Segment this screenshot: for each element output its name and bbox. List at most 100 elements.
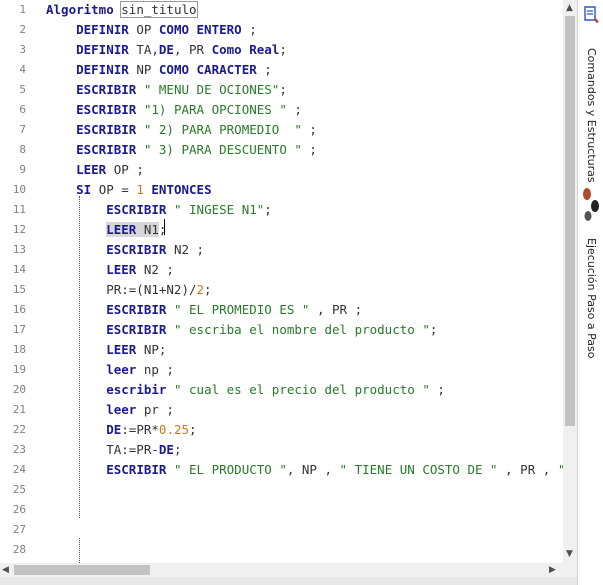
scroll-right-arrow-icon[interactable]: ▶	[549, 565, 556, 575]
code-line[interactable]: DEFINIR TA,DE, PR Como Real;	[46, 40, 287, 60]
code-token: NP;	[136, 342, 167, 357]
line-number: 22	[12, 423, 26, 436]
code-token: TA,	[128, 42, 159, 57]
code-line[interactable]: SI OP = 1 ENTONCES	[46, 180, 212, 200]
code-token: " EL PROMEDIO ES "	[173, 302, 310, 317]
code-token: ;	[301, 122, 317, 137]
scroll-left-arrow-icon[interactable]: ◀	[2, 565, 9, 575]
commands-structures-label: Comandos y Estructuras	[585, 48, 598, 183]
code-token: , PR ,	[497, 462, 558, 477]
code-line[interactable]: ESCRIBIR " 3) PARA DESCUENTO " ;	[46, 140, 317, 160]
code-line[interactable]: TA:=PR-DE;	[46, 440, 181, 460]
code-token: 2	[196, 282, 205, 297]
code-line[interactable]: DE:=PR*0.25;	[46, 420, 196, 440]
code-token: , NP ,	[286, 462, 340, 477]
code-token: ESCRIBIR	[76, 142, 137, 157]
code-token: ;	[241, 22, 257, 37]
code-line[interactable]: ESCRIBIR "1) PARA OPCIONES " ;	[46, 100, 302, 120]
code-token: " INGESE N1"	[173, 202, 265, 217]
code-line[interactable]: LEER NP;	[46, 340, 166, 360]
code-line[interactable]: ESCRIBIR " escriba el nombre del product…	[46, 320, 437, 340]
code-token: SI	[76, 182, 92, 197]
code-token: ESCRIBIR	[76, 82, 137, 97]
line-number: 27	[12, 523, 26, 536]
code-line[interactable]: escribir " cual es el precio del product…	[46, 380, 445, 400]
text-caret	[164, 219, 165, 235]
code-token: PR:=(N1+N2)/	[46, 282, 197, 297]
commands-structures-tab[interactable]: Comandos y Estructuras	[578, 0, 603, 183]
code-token: DEFINIR	[76, 62, 129, 77]
line-number: 11	[12, 203, 26, 216]
line-number: 9	[19, 163, 26, 176]
code-line[interactable]: LEER N2 ;	[46, 260, 174, 280]
code-token: ESCRIBIR	[106, 302, 167, 317]
step-by-step-tab[interactable]: Ejecución Paso a Paso	[578, 186, 603, 359]
commands-icon	[584, 6, 599, 23]
line-number: 13	[12, 243, 26, 256]
code-token: sin_titulo	[120, 1, 198, 18]
code-line[interactable]: leer pr ;	[46, 400, 174, 420]
code-line[interactable]: ESCRIBIR " 2) PARA PROMEDIO " ;	[46, 120, 317, 140]
code-line[interactable]: LEER OP ;	[46, 160, 144, 180]
line-number: 2	[19, 23, 26, 36]
code-token: LEER	[106, 262, 137, 277]
horizontal-scrollbar-thumb[interactable]	[14, 565, 150, 575]
code-token: ;	[286, 102, 302, 117]
code-line[interactable]: DEFINIR OP COMO ENTERO ;	[46, 20, 257, 40]
code-token: ;	[173, 442, 182, 457]
line-number: 28	[12, 543, 26, 556]
code-token: LEER	[106, 222, 137, 237]
code-token: , PR	[173, 42, 212, 57]
code-line[interactable]: ESCRIBIR N2 ;	[46, 240, 204, 260]
code-token: ;	[429, 322, 438, 337]
code-line[interactable]: leer np ;	[46, 360, 174, 380]
code-token: :=PR*	[121, 422, 159, 437]
indent-guide-lower	[79, 538, 80, 563]
scroll-up-arrow-icon[interactable]: ▲	[566, 3, 573, 13]
code-token: DE	[106, 422, 122, 437]
vertical-scrollbar-thumb[interactable]	[565, 16, 575, 426]
code-line[interactable]: Algoritmo sin_titulo	[46, 0, 198, 20]
line-number: 5	[19, 83, 26, 96]
scroll-down-arrow-icon[interactable]: ▼	[566, 549, 573, 559]
code-editor[interactable]: 1 2 3 4 5 6 7 8 9 10 11 12 13 14 15 16 17 18 19 20 21 22 23 24 2…	[0, 0, 563, 563]
line-number: 20	[12, 383, 26, 396]
code-token: NP	[128, 62, 159, 77]
code-line[interactable]: ESCRIBIR " EL PROMEDIO ES " , PR ;	[46, 300, 362, 320]
code-token: ;	[158, 222, 167, 237]
code-token: ;	[204, 282, 212, 297]
code-token: ESCRIBIR	[106, 242, 167, 257]
code-token: LEER	[106, 342, 137, 357]
line-number: 10	[12, 183, 26, 196]
code-token: OP ;	[106, 162, 144, 177]
code-line[interactable]: ESCRIBIR " MENU DE OCIONES";	[46, 80, 287, 100]
code-token: ;	[301, 142, 317, 157]
indent-guide-outer	[79, 196, 80, 518]
code-token: ESCRIBIR	[106, 202, 167, 217]
code-line[interactable]: LEER N1;	[46, 220, 166, 240]
code-token: OP	[128, 22, 159, 37]
code-token: " EL PRODUCTO "	[173, 462, 287, 477]
code-line[interactable]: ESCRIBIR " EL PRODUCTO ", NP , " TIENE U…	[46, 460, 563, 480]
code-line[interactable]: PR:=(N1+N2)/2;	[46, 280, 212, 300]
code-token: COMO CARACTER	[158, 62, 257, 77]
code-line[interactable]: DEFINIR NP COMO CARACTER ;	[46, 60, 272, 80]
status-strip	[0, 577, 603, 585]
code-token: np ;	[136, 362, 174, 377]
code-token: ;	[279, 42, 287, 57]
